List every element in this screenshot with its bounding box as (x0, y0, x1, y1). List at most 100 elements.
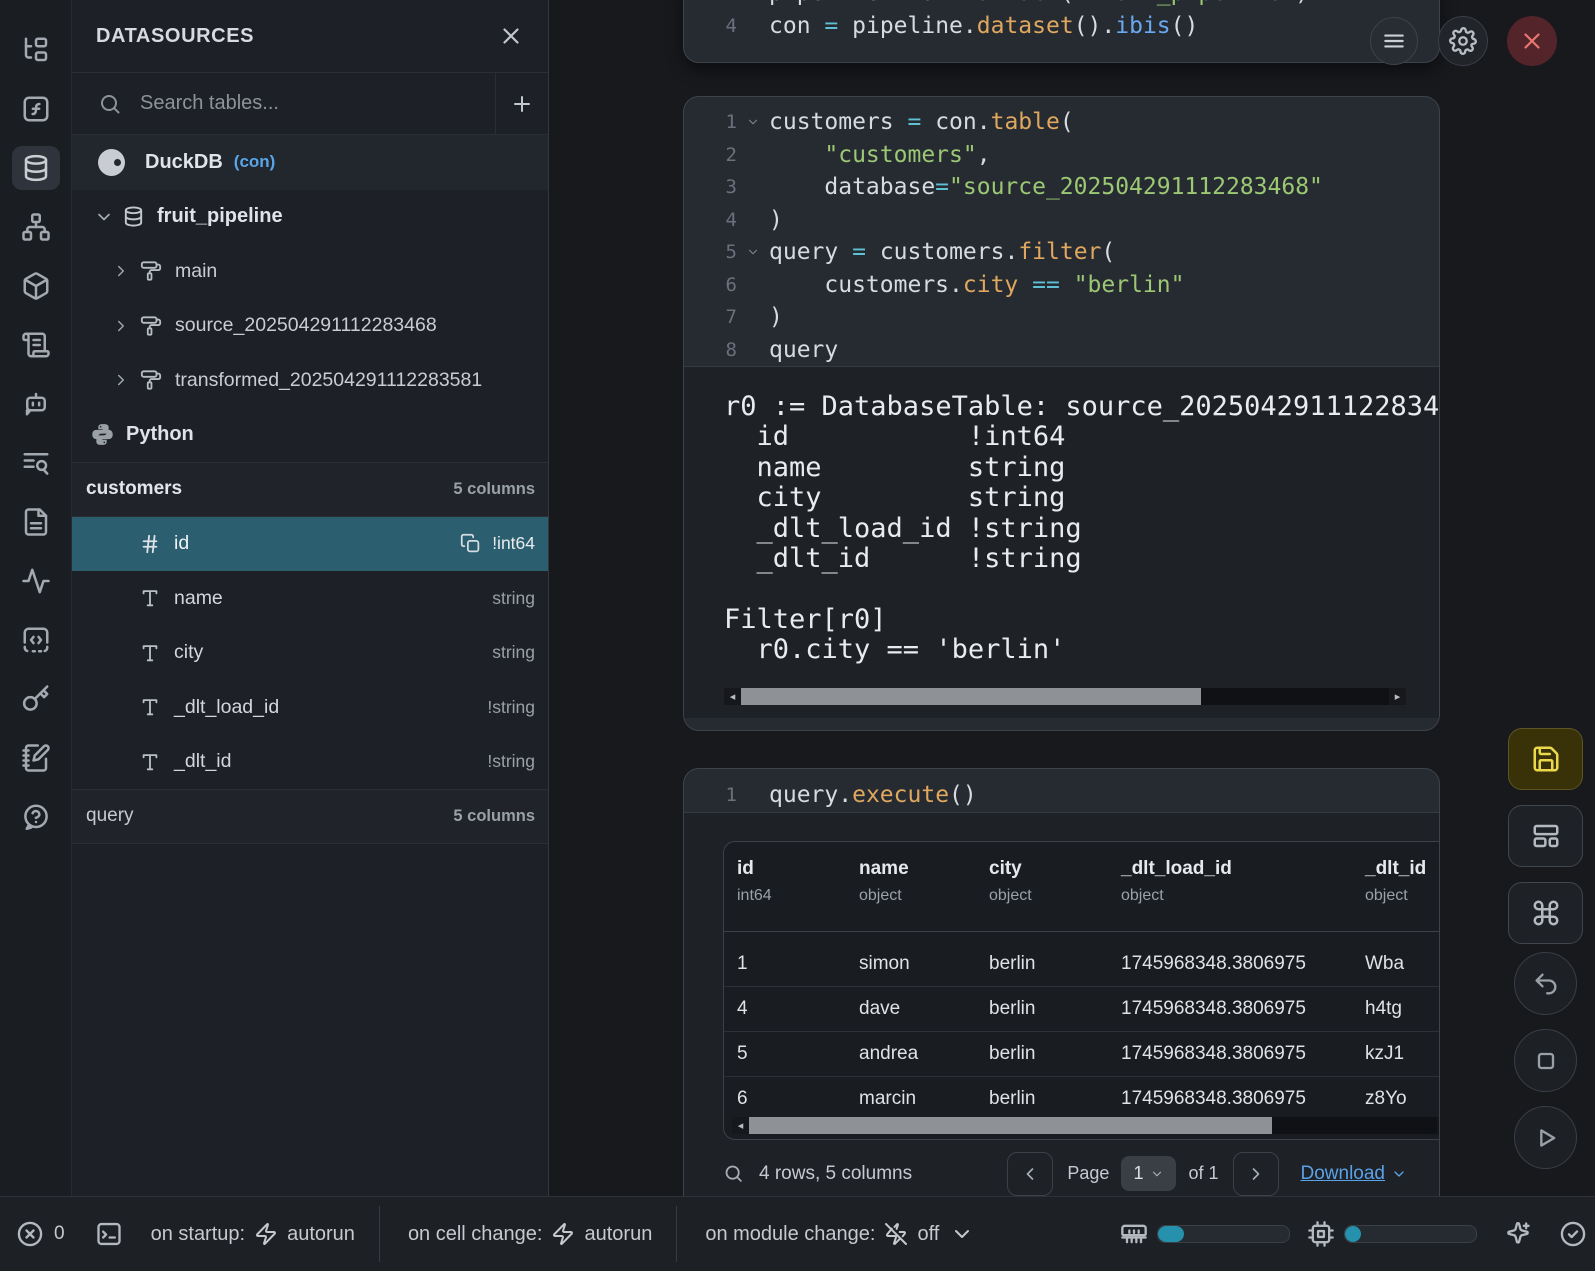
menu-icon (1381, 28, 1407, 54)
table-cell: 5 (737, 1043, 748, 1065)
rail-button-help-bubble[interactable] (12, 795, 60, 839)
rail-button-code-square-dashed[interactable] (12, 618, 60, 662)
schema-icon (140, 315, 162, 337)
ai-sparkles-icon[interactable] (1504, 1220, 1532, 1248)
status-label: on module change: (705, 1223, 875, 1246)
rail-button-notebook-pen[interactable] (12, 736, 60, 780)
stop-icon (1532, 1047, 1560, 1075)
rail-button-file-tree[interactable] (12, 28, 60, 72)
line-number: 6 (684, 274, 737, 296)
settings-button[interactable] (1438, 16, 1488, 66)
table-summary: 4 rows, 5 columns (759, 1163, 912, 1185)
shutdown-button[interactable] (1507, 16, 1557, 66)
page-select[interactable]: 1 (1121, 1156, 1176, 1191)
line-number: 4 (684, 15, 737, 37)
chevron-down-icon (1391, 1166, 1407, 1182)
add-datasource-button[interactable] (496, 73, 548, 134)
table-row[interactable]: 4daveberlin1745968348.3806975h4tg (724, 987, 1440, 1032)
column-row-city[interactable]: citystring (72, 626, 548, 681)
status-on-module-change[interactable]: on module change:off (705, 1222, 974, 1246)
scroll-left-arrow-icon[interactable]: ◂ (724, 688, 741, 705)
terminal-icon[interactable] (95, 1220, 123, 1248)
rail-button-box[interactable] (12, 264, 60, 308)
code-text: query.execute() (769, 782, 977, 808)
scrollbar-track[interactable] (749, 1117, 1437, 1134)
expression-repr-output: r0 := DatabaseTable: source_202504291112… (684, 367, 1439, 666)
header-cell-city[interactable]: cityobject (989, 858, 1032, 905)
notebook-menu-button[interactable] (1370, 17, 1418, 65)
status-on-cell-change[interactable]: on cell change:autorun (408, 1222, 652, 1246)
rail-button-function-square[interactable] (12, 87, 60, 131)
scrollbar-thumb[interactable] (749, 1117, 1272, 1134)
table-cell: berlin (989, 998, 1035, 1020)
status-on-startup[interactable]: on startup:autorun (151, 1222, 355, 1246)
search-tables-input[interactable]: Search tables... (140, 92, 495, 115)
download-link[interactable]: Download (1301, 1163, 1408, 1185)
horizontal-scrollbar[interactable]: ◂ ▸ (724, 688, 1406, 705)
scroll-right-arrow-icon[interactable]: ▸ (1437, 1117, 1440, 1134)
rail-button-file-text[interactable] (12, 500, 60, 544)
tree-item-database[interactable]: fruit_pipeline (72, 190, 548, 245)
header-cell-name[interactable]: nameobject (859, 858, 909, 905)
connection-row-duckdb[interactable]: DuckDB (con) (72, 135, 548, 190)
code-cell-1[interactable]: pipeline = dlt.attach("fruit_pipeline")4… (683, 0, 1440, 63)
command-palette-button[interactable] (1508, 882, 1583, 944)
fold-chevron-icon[interactable] (737, 115, 769, 129)
zap-off-icon (884, 1222, 908, 1246)
table-row[interactable]: 1simonberlin1745968348.3806975Wba (724, 942, 1440, 987)
tree-item-python[interactable]: Python (72, 408, 548, 463)
column-row-name[interactable]: namestring (72, 571, 548, 626)
fold-chevron-icon[interactable] (737, 245, 769, 259)
table-row[interactable]: 5andreaberlin1745968348.3806975kzJ1 (724, 1032, 1440, 1077)
zap-icon (551, 1222, 575, 1246)
header-cell-id[interactable]: idint64 (737, 858, 772, 905)
scroll-right-arrow-icon[interactable]: ▸ (1389, 688, 1406, 705)
interrupt-button[interactable] (1514, 1029, 1577, 1092)
activity-icon (21, 566, 51, 596)
scroll-left-arrow-icon[interactable]: ◂ (732, 1117, 749, 1134)
errors-indicator[interactable]: 0 (16, 1220, 65, 1248)
undo-button[interactable] (1514, 952, 1577, 1015)
table-row-query[interactable]: query 5 columns (72, 789, 548, 844)
column-row-_dlt_id[interactable]: _dlt_id!string (72, 735, 548, 790)
error-count: 0 (54, 1223, 65, 1245)
rail-button-database[interactable] (12, 146, 60, 190)
table-row[interactable]: 6marcinberlin1745968348.3806975z8Yo (724, 1077, 1440, 1121)
code-line: 5query = customers.filter( (684, 236, 1439, 269)
rail-button-scroll-text[interactable] (12, 323, 60, 367)
copy-icon[interactable] (460, 533, 481, 554)
prev-page-button[interactable] (1007, 1152, 1053, 1196)
rail-button-activity[interactable] (12, 559, 60, 603)
scrollbar-track[interactable] (741, 688, 1389, 705)
file-text-icon (21, 507, 51, 537)
horizontal-scrollbar[interactable]: ◂ ▸ (732, 1117, 1440, 1134)
code-cell-2[interactable]: 1customers = con.table(2 "customers",3 d… (683, 96, 1440, 731)
save-button[interactable] (1508, 728, 1583, 790)
column-row-_dlt_load_id[interactable]: _dlt_load_id!string (72, 680, 548, 735)
type-icon (139, 751, 161, 773)
close-panel-icon[interactable] (498, 23, 524, 49)
table-row-customers[interactable]: customers 5 columns (72, 462, 548, 517)
tree-item-schema-transformed_202504291112283581[interactable]: transformed_202504291112283581 (72, 353, 548, 408)
header-cell-_dlt_id[interactable]: _dlt_idobject (1365, 858, 1426, 905)
chevron-down-icon (950, 1222, 974, 1246)
header-cell-_dlt_load_id[interactable]: _dlt_load_idobject (1121, 858, 1232, 905)
layout-panel-icon (1531, 821, 1561, 851)
column-row-id[interactable]: id!int64 (72, 517, 548, 572)
table-cell: berlin (989, 1043, 1035, 1065)
rail-button-text-search[interactable] (12, 441, 60, 485)
rail-button-key-round[interactable] (12, 677, 60, 721)
next-page-button[interactable] (1233, 1152, 1279, 1196)
tree-item-schema-main[interactable]: main (72, 244, 548, 299)
run-button[interactable] (1514, 1106, 1577, 1169)
python-label: Python (126, 423, 194, 446)
rail-button-bot[interactable] (12, 382, 60, 426)
database-icon (122, 205, 145, 228)
tree-item-schema-source_202504291112283468[interactable]: source_202504291112283468 (72, 299, 548, 354)
circle-x-icon (16, 1220, 44, 1248)
code-cell-3[interactable]: 1 query.execute() idint64 nameobject cityob… (683, 768, 1440, 1250)
layout-button[interactable] (1508, 805, 1583, 867)
table-search-icon[interactable] (723, 1163, 744, 1184)
scrollbar-thumb[interactable] (741, 688, 1201, 705)
rail-button-network[interactable] (12, 205, 60, 249)
